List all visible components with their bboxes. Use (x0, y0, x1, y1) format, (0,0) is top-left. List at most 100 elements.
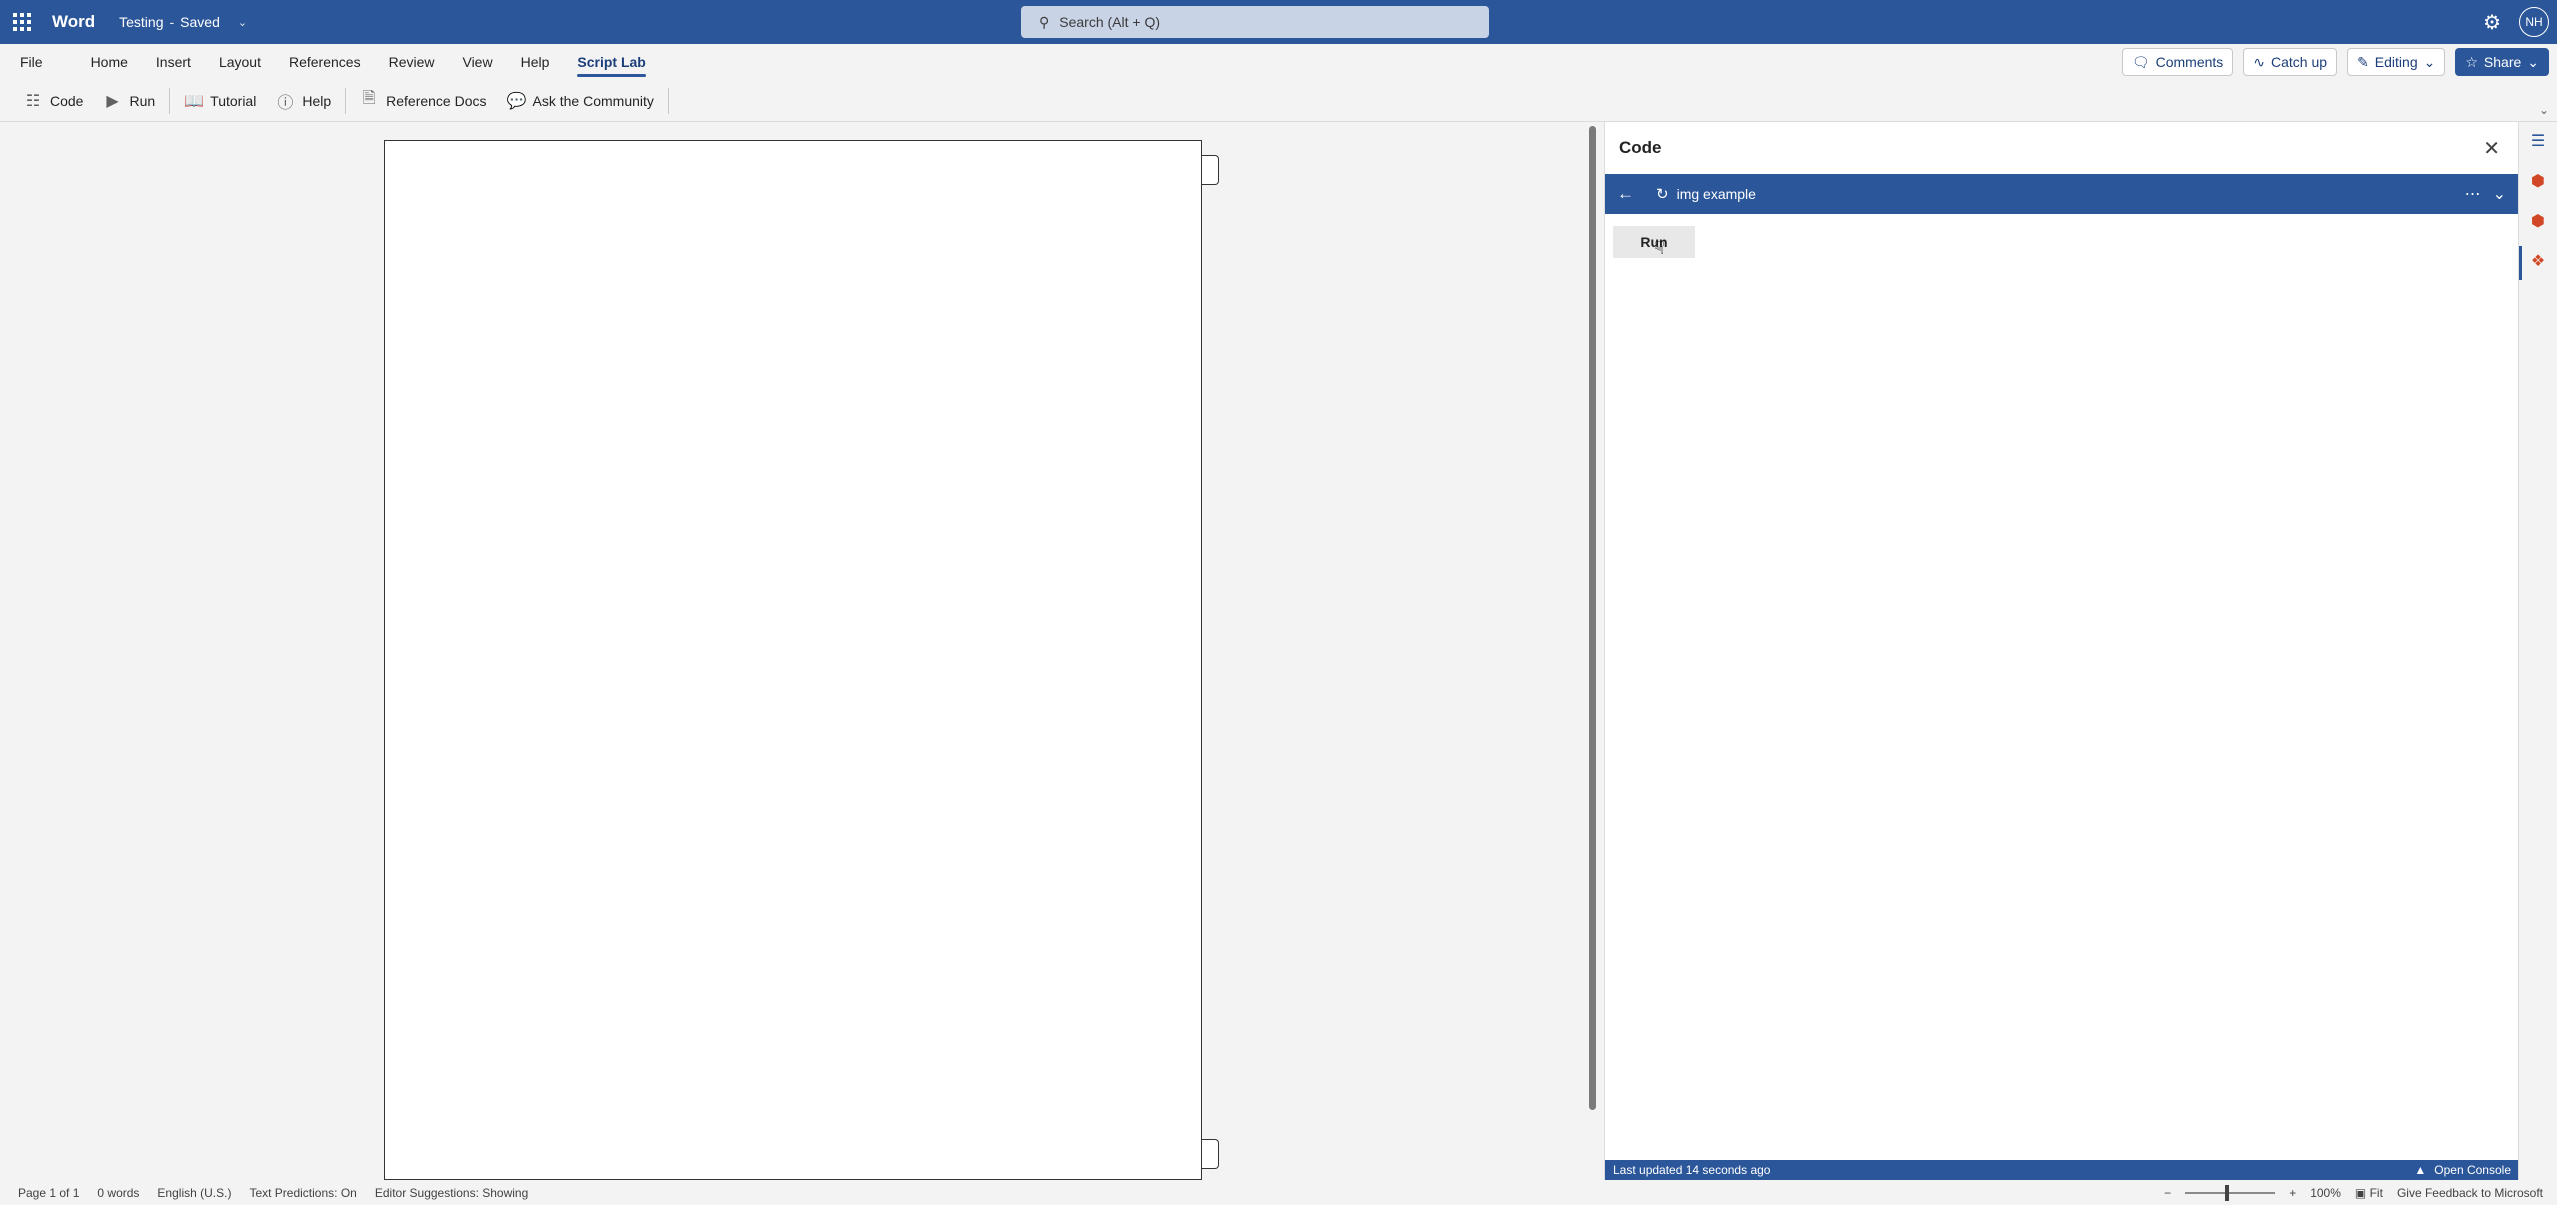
addin-rail: ☰ ⬢ ⬢ ❖ (2518, 122, 2557, 1180)
menu-right-actions: 🗨 Comments ∿ Catch up ✎ Editing ⌄ ☆ Shar… (2121, 48, 2549, 76)
editing-mode-button[interactable]: ✎ Editing ⌄ (2347, 48, 2446, 76)
ask-community-label: Ask the Community (532, 92, 654, 109)
pane-title: Code (1619, 138, 1662, 157)
save-state: Saved (180, 14, 220, 30)
tutorial-ribbon-button[interactable]: 📖 Tutorial (174, 85, 266, 117)
pane-header: Code ✕ (1605, 122, 2518, 174)
tab-home[interactable]: Home (77, 44, 142, 80)
fit-icon: ▣ (2354, 1185, 2367, 1200)
chevron-down-icon[interactable]: ⌄ (2493, 184, 2506, 204)
zoom-in-icon[interactable]: + (2289, 1186, 2296, 1200)
share-icon: ☆ (2465, 53, 2478, 70)
code-icon: ☷ (25, 92, 41, 110)
word-window: Word Testing - Saved ⌄ ⚲ Search (Alt + Q… (0, 0, 2557, 1205)
zoom-level[interactable]: 100% (2310, 1186, 2341, 1200)
word-count[interactable]: 0 words (97, 1186, 139, 1200)
help-icon: ⓘ (277, 94, 294, 112)
open-console-button[interactable]: ▲ Open Console (2414, 1163, 2511, 1177)
run-ribbon-label: Run (129, 92, 156, 109)
snippet-bar-actions: ⋯ ⌄ (2465, 184, 2506, 204)
share-label: Share (2483, 54, 2522, 70)
code-task-pane: Code ✕ ← ↻ img example ⋯ ⌄ Run Last upda… (1604, 122, 2519, 1180)
pulse-icon: ∿ (2253, 53, 2266, 70)
fit-label: Fit (2369, 1185, 2383, 1200)
zoom-slider-thumb[interactable] (2225, 1184, 2230, 1201)
app-launcher-button[interactable] (0, 0, 44, 44)
last-updated-text: Last updated 14 seconds ago (1613, 1163, 1771, 1177)
catch-up-label: Catch up (2271, 54, 2328, 70)
status-right-controls: − + 100% ▣ Fit Give Feedback to Microsof… (2164, 1180, 2543, 1205)
document-page[interactable] (384, 140, 1202, 1180)
editing-label: Editing (2374, 54, 2418, 70)
document-name: Testing (119, 14, 164, 30)
refresh-icon[interactable]: ↻ (1656, 185, 1669, 203)
tab-insert[interactable]: Insert (142, 44, 205, 80)
snippet-header-bar: ← ↻ img example ⋯ ⌄ (1605, 174, 2518, 214)
tab-help[interactable]: Help (507, 44, 564, 80)
search-box[interactable]: ⚲ Search (Alt + Q) (1021, 6, 1489, 38)
menu-bar: File Home Insert Layout References Revie… (0, 44, 2557, 80)
document-scrollbar[interactable] (1589, 126, 1596, 1110)
ribbon-divider (169, 87, 171, 114)
search-placeholder: Search (Alt + Q) (1059, 14, 1161, 30)
reference-docs-label: Reference Docs (386, 92, 487, 109)
script-lab-ribbon: ☷ Code ▶ Run 📖 Tutorial ⓘ Help 🗎 Referen… (0, 80, 2557, 122)
ribbon-divider (345, 87, 347, 114)
content-control-handle[interactable] (1202, 1139, 1219, 1169)
chevron-down-icon[interactable]: ⌄ (238, 16, 247, 29)
chat-icon: 💬 (506, 92, 527, 110)
run-ribbon-button[interactable]: ▶ Run (93, 85, 165, 117)
title-separator: - (169, 14, 175, 30)
catch-up-button[interactable]: ∿ Catch up (2243, 48, 2338, 76)
help-ribbon-label: Help (302, 92, 332, 109)
tab-view[interactable]: View (448, 44, 506, 80)
tab-review[interactable]: Review (375, 44, 449, 80)
title-bar: Word Testing - Saved ⌄ ⚲ Search (Alt + Q… (0, 0, 2557, 44)
chevron-down-icon: ⌄ (2423, 53, 2436, 70)
tutorial-ribbon-label: Tutorial (210, 92, 257, 109)
tab-layout[interactable]: Layout (205, 44, 275, 80)
fit-button[interactable]: ▣ Fit (2355, 1186, 2383, 1200)
tab-file[interactable]: File (0, 44, 57, 80)
code-ribbon-button[interactable]: ☷ Code (14, 85, 93, 117)
book-icon: 📖 (184, 92, 205, 110)
script-lab-icon[interactable]: ❖ (2527, 250, 2549, 272)
office-addin-icon[interactable]: ⬢ (2527, 210, 2549, 232)
reference-docs-ribbon-button[interactable]: 🗎 Reference Docs (350, 85, 496, 117)
share-button[interactable]: ☆ Share ⌄ (2455, 48, 2549, 76)
document-icon: 🗎 (362, 90, 376, 107)
text-predictions-status[interactable]: Text Predictions: On (249, 1186, 356, 1200)
gear-icon[interactable]: ⚙ (2483, 10, 2501, 35)
language-indicator[interactable]: English (U.S.) (157, 1186, 231, 1200)
more-options-icon[interactable]: ⋯ (2465, 184, 2481, 204)
document-canvas (0, 122, 1600, 1180)
chevron-down-icon[interactable]: ⌄ (2539, 103, 2549, 117)
ribbon-divider (667, 87, 669, 114)
tab-references[interactable]: References (275, 44, 375, 80)
document-title[interactable]: Testing - Saved ⌄ (119, 14, 247, 30)
pencil-icon: ✎ (2357, 53, 2369, 70)
comment-icon: 🗨 (2131, 53, 2150, 70)
search-icon: ⚲ (1039, 13, 1050, 30)
zoom-out-icon[interactable]: − (2164, 1186, 2171, 1200)
page-count[interactable]: Page 1 of 1 (18, 1186, 79, 1200)
avatar[interactable]: NH (2519, 7, 2549, 37)
comments-button[interactable]: 🗨 Comments (2121, 48, 2234, 76)
back-arrow-icon[interactable]: ← (1617, 184, 1634, 204)
status-bar: Page 1 of 1 0 words English (U.S.) Text … (0, 1180, 2557, 1205)
editor-suggestions-status[interactable]: Editor Suggestions: Showing (375, 1186, 528, 1200)
feedback-link[interactable]: Give Feedback to Microsoft (2397, 1186, 2543, 1200)
help-ribbon-button[interactable]: ⓘ Help (266, 85, 341, 117)
open-console-label: Open Console (2434, 1163, 2511, 1177)
layers-icon[interactable]: ☰ (2527, 130, 2549, 152)
hand-cursor-icon: ☟ (1654, 238, 1665, 258)
content-control-handle[interactable] (1202, 155, 1219, 185)
office-addin-icon[interactable]: ⬢ (2527, 170, 2549, 192)
tab-script-lab[interactable]: Script Lab (563, 44, 659, 80)
app-name[interactable]: Word (52, 12, 95, 32)
snippet-name: img example (1676, 186, 1756, 202)
ask-community-ribbon-button[interactable]: 💬 Ask the Community (497, 85, 664, 117)
run-icon: ▶ (106, 92, 119, 110)
zoom-slider[interactable] (2185, 1184, 2276, 1201)
close-icon[interactable]: ✕ (2483, 136, 2500, 161)
